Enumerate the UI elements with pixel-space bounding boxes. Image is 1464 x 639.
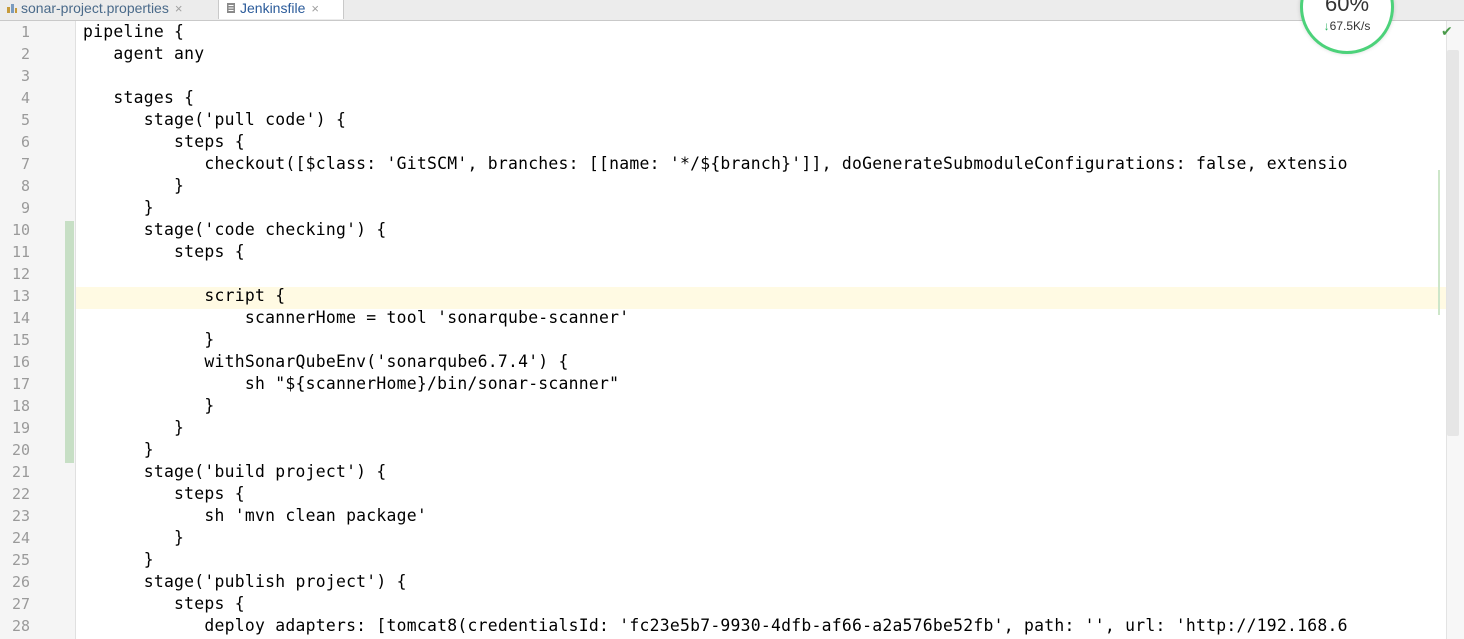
code-line[interactable]: pipeline { [83, 21, 184, 43]
code-line[interactable]: stages { [83, 87, 194, 109]
close-icon[interactable]: × [175, 1, 183, 16]
code-line[interactable]: scannerHome = tool 'sonarqube-scanner' [83, 307, 629, 329]
code-line[interactable]: } [83, 175, 184, 197]
code-line[interactable]: steps { [83, 131, 245, 153]
line-number: 20 [11, 441, 30, 459]
line-number: 13 [11, 287, 30, 305]
tab-label: Jenkinsfile [240, 0, 306, 16]
line-number: 8 [20, 177, 30, 195]
close-icon[interactable]: × [311, 1, 319, 16]
vcs-change-marker[interactable] [65, 221, 74, 463]
code-line[interactable]: } [83, 197, 154, 219]
code-line[interactable]: } [83, 329, 215, 351]
code-line[interactable]: steps { [83, 483, 245, 505]
line-number: 4 [20, 89, 30, 107]
line-number: 18 [11, 397, 30, 415]
code-line[interactable]: } [83, 549, 154, 571]
properties-file-icon [6, 1, 18, 13]
code-line[interactable]: } [83, 395, 215, 417]
line-number: 27 [11, 595, 30, 613]
code-line[interactable]: steps { [83, 241, 245, 263]
tab-jenkinsfile[interactable]: Jenkinsfile × [218, 0, 344, 19]
code-line[interactable]: sh 'mvn clean package' [83, 505, 427, 527]
code-line[interactable]: checkout([$class: 'GitSCM', branches: [[… [83, 153, 1348, 175]
line-number: 19 [11, 419, 30, 437]
code-line[interactable]: } [83, 439, 154, 461]
code-line[interactable]: script { [83, 285, 285, 307]
line-number: 3 [20, 67, 30, 85]
line-number: 10 [11, 221, 30, 239]
line-number: 26 [11, 573, 30, 591]
line-number: 22 [11, 485, 30, 503]
groovy-file-icon [225, 1, 237, 13]
line-number: 28 [11, 617, 30, 635]
line-number: 5 [20, 111, 30, 129]
speed-value: 67.5K/s [1329, 19, 1371, 33]
network-speed: ↓67.5K/s [1303, 19, 1391, 33]
code-line[interactable]: deploy adapters: [tomcat8(credentialsId:… [83, 615, 1348, 637]
line-number: 15 [11, 331, 30, 349]
code-line[interactable]: stage('code checking') { [83, 219, 387, 241]
line-number: 12 [11, 265, 30, 283]
line-number: 2 [20, 45, 30, 63]
code-line[interactable]: stage('publish project') { [83, 571, 407, 593]
vertical-scrollbar[interactable] [1447, 50, 1459, 436]
line-number: 11 [11, 243, 30, 261]
tab-label: sonar-project.properties [21, 0, 169, 16]
editor-tab-bar: sonar-project.properties × Jenkinsfile × [0, 0, 1464, 21]
line-number: 7 [20, 155, 30, 173]
line-number: 1 [20, 23, 30, 41]
line-number: 6 [20, 133, 30, 151]
line-number: 25 [11, 551, 30, 569]
code-line[interactable]: } [83, 417, 184, 439]
code-line[interactable]: steps { [83, 593, 245, 615]
line-number: 14 [11, 309, 30, 327]
code-line[interactable]: stage('build project') { [83, 461, 387, 483]
line-number: 23 [11, 507, 30, 525]
change-guide-marker [1438, 170, 1440, 315]
code-line[interactable]: withSonarQubeEnv('sonarqube6.7.4') { [83, 351, 569, 373]
line-number: 9 [20, 199, 30, 217]
network-monitor-widget[interactable]: 60% ↓67.5K/s [1300, 0, 1394, 54]
network-percent: 60% [1324, 0, 1370, 16]
line-number: 16 [11, 353, 30, 371]
code-line[interactable]: sh "${scannerHome}/bin/sonar-scanner" [83, 373, 619, 395]
line-number: 21 [11, 463, 30, 481]
code-line[interactable]: stage('pull code') { [83, 109, 346, 131]
code-line[interactable]: agent any [83, 43, 204, 65]
check-icon[interactable]: ✔ [1441, 24, 1453, 40]
line-number: 17 [11, 375, 30, 393]
tab-sonar-project-properties[interactable]: sonar-project.properties × [0, 0, 220, 19]
code-line[interactable]: } [83, 527, 184, 549]
line-number: 24 [11, 529, 30, 547]
